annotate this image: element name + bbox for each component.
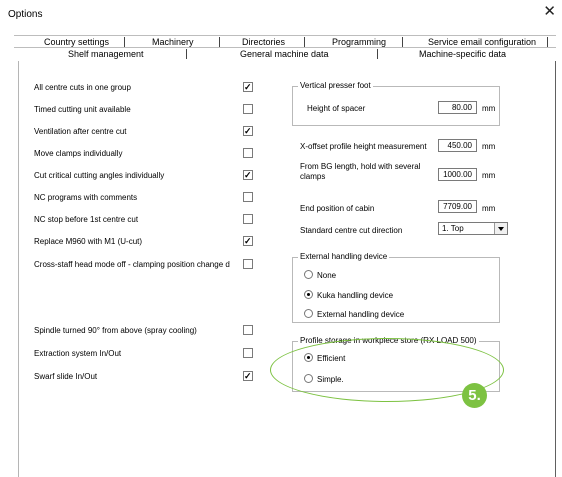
tab-divider bbox=[124, 37, 125, 47]
cabin-position-label: End position of cabin bbox=[300, 204, 375, 213]
checkbox-label: Cut critical cutting angles individually bbox=[34, 171, 165, 180]
close-icon[interactable]: ✕ bbox=[543, 4, 556, 19]
unit-label: mm bbox=[482, 142, 496, 151]
unit-label: mm bbox=[482, 104, 496, 113]
bg-length-label-line1: From BG length, hold with several bbox=[300, 162, 421, 171]
checkbox-label: Replace M960 with M1 (U-cut) bbox=[34, 237, 143, 246]
bg-length-label-line2: clamps bbox=[300, 172, 326, 181]
checkbox-nc-stop[interactable] bbox=[243, 214, 253, 224]
unit-label: mm bbox=[482, 204, 496, 213]
group-title: External handling device bbox=[298, 252, 390, 261]
height-of-spacer-label: Height of spacer bbox=[307, 104, 366, 113]
checkbox-label: NC stop before 1st centre cut bbox=[34, 215, 139, 224]
x-offset-input[interactable]: 450.00 bbox=[438, 139, 477, 152]
x-offset-label: X-offset profile height measurement bbox=[300, 142, 427, 151]
checkbox-move-clamps[interactable] bbox=[243, 148, 253, 158]
tab-programming[interactable]: Programming bbox=[332, 37, 386, 47]
radio-label: None bbox=[317, 271, 337, 280]
checkbox-cross-staff-head[interactable] bbox=[243, 259, 253, 269]
window-title: Options bbox=[8, 9, 43, 20]
height-of-spacer-input[interactable]: 80.00 bbox=[438, 101, 477, 114]
checkbox-label: NC programs with comments bbox=[34, 193, 138, 202]
checkbox-label: Timed cutting unit available bbox=[34, 105, 131, 114]
checkbox-label: All centre cuts in one group bbox=[34, 83, 131, 92]
radio-label: Kuka handling device bbox=[317, 291, 394, 300]
tab-row-2: Shelf management General machine data Ma… bbox=[14, 47, 556, 61]
tab-machine-specific-data[interactable]: Machine-specific data bbox=[419, 49, 506, 59]
checkbox-replace-m960[interactable] bbox=[243, 236, 253, 246]
cabin-position-input[interactable]: 7709.00 bbox=[438, 200, 477, 213]
tab-divider bbox=[219, 37, 220, 47]
tab-divider bbox=[304, 37, 305, 47]
checkbox-cut-critical-angles[interactable] bbox=[243, 170, 253, 180]
checkbox-ventilation[interactable] bbox=[243, 126, 253, 136]
chevron-down-icon[interactable] bbox=[494, 223, 507, 234]
checkbox-all-centre-cuts[interactable] bbox=[243, 82, 253, 92]
checkbox-label: Swarf slide In/Out bbox=[34, 372, 98, 381]
tab-shelf-management[interactable]: Shelf management bbox=[68, 49, 144, 59]
checkbox-swarf-slide[interactable] bbox=[243, 371, 253, 381]
radio-none[interactable] bbox=[304, 270, 313, 279]
checkbox-spindle-turned[interactable] bbox=[243, 325, 253, 335]
radio-external-handling[interactable] bbox=[304, 309, 313, 318]
tab-divider bbox=[186, 49, 187, 59]
checkbox-label: Move clamps individually bbox=[34, 149, 123, 158]
checkbox-nc-programs-comments[interactable] bbox=[243, 192, 253, 202]
checkbox-label: Extraction system In/Out bbox=[34, 349, 122, 358]
checkbox-label: Ventilation after centre cut bbox=[34, 127, 127, 136]
radio-label: External handling device bbox=[317, 310, 405, 319]
step-number-badge: 5. bbox=[462, 383, 487, 408]
cut-direction-select[interactable]: 1. Top bbox=[438, 222, 508, 235]
bg-length-input[interactable]: 1000.00 bbox=[438, 168, 477, 181]
cut-direction-label: Standard centre cut direction bbox=[300, 226, 403, 235]
group-title: Vertical presser foot bbox=[298, 81, 373, 90]
tab-country-settings[interactable]: Country settings bbox=[44, 37, 109, 47]
tab-directories[interactable]: Directories bbox=[242, 37, 285, 47]
tab-service-email-configuration[interactable]: Service email configuration bbox=[428, 37, 536, 47]
tab-general-machine-data[interactable]: General machine data bbox=[240, 49, 329, 59]
checkbox-timed-cutting-unit[interactable] bbox=[243, 104, 253, 114]
radio-kuka-handling[interactable] bbox=[304, 290, 313, 299]
tab-divider bbox=[377, 49, 378, 59]
tab-machinery[interactable]: Machinery bbox=[152, 37, 194, 47]
checkbox-extraction-system[interactable] bbox=[243, 348, 253, 358]
checkbox-label: Cross-staff head mode off - clamping pos… bbox=[34, 260, 230, 269]
tab-divider bbox=[402, 37, 403, 47]
unit-label: mm bbox=[482, 171, 496, 180]
tab-divider bbox=[547, 37, 548, 47]
checkbox-label: Spindle turned 90° from above (spray coo… bbox=[34, 326, 197, 335]
cut-direction-value: 1. Top bbox=[442, 224, 464, 233]
